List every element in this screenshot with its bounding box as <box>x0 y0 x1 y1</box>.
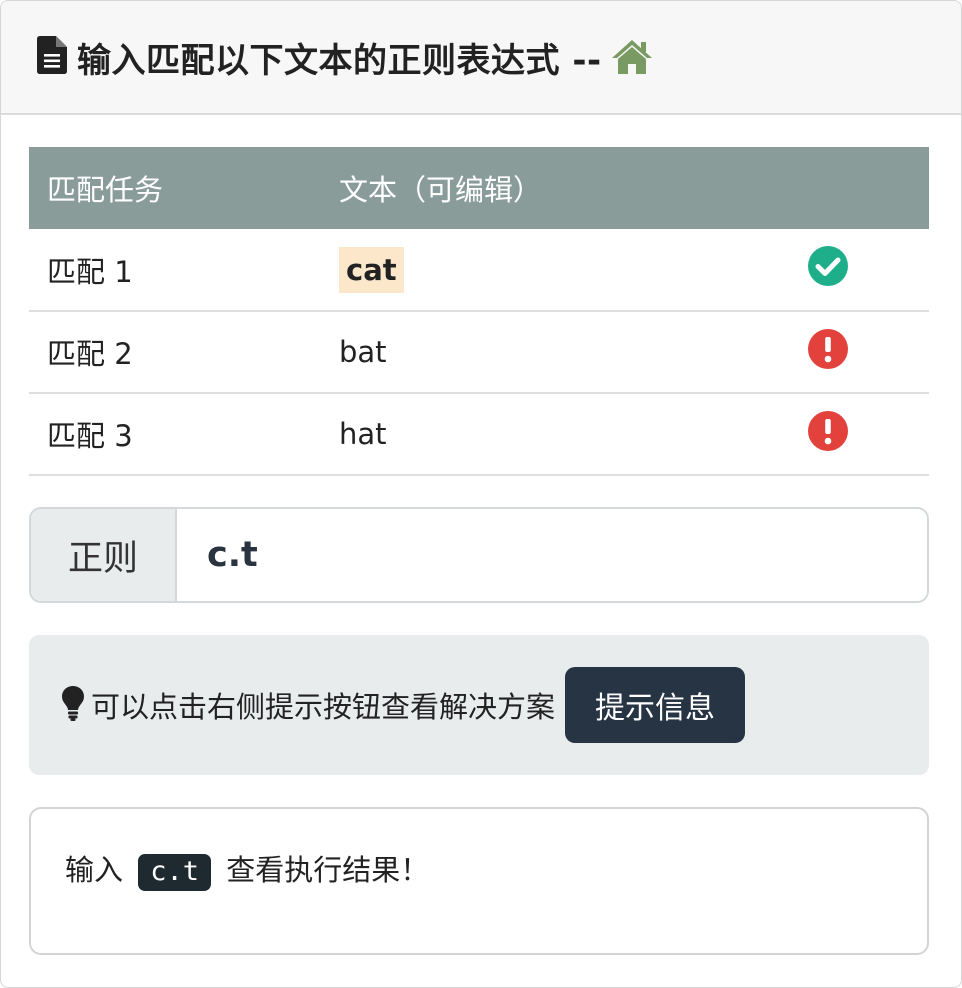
status-cell <box>791 229 929 311</box>
hint-text: 可以点击右侧提示按钮查看解决方案 <box>91 690 556 724</box>
match-table: 匹配任务 文本（可编辑） 匹配 1 cat 匹配 2 bat 匹配 3 hat <box>29 147 929 476</box>
document-icon <box>37 36 67 78</box>
header-text: 文本（可编辑） <box>339 173 543 207</box>
table-header-row: 匹配任务 文本（可编辑） <box>29 147 929 229</box>
result-code: c.t <box>138 853 212 891</box>
result-suffix: 查看执行结果！ <box>226 853 430 887</box>
task-label: 匹配 2 <box>47 337 133 371</box>
exclamation-circle-icon <box>807 328 849 377</box>
home-icon[interactable] <box>610 38 654 76</box>
hint-button[interactable]: 提示信息 <box>565 667 746 743</box>
status-cell <box>791 311 929 393</box>
task-label: 匹配 3 <box>47 419 133 453</box>
lightbulb-icon <box>61 685 85 725</box>
text-cell[interactable]: hat <box>321 393 791 475</box>
regex-input-group: 正则 <box>29 507 929 603</box>
check-circle-icon <box>807 246 849 294</box>
page-title: 输入匹配以下文本的正则表达式 -- <box>77 40 602 81</box>
card-header: 输入匹配以下文本的正则表达式 -- <box>1 1 961 115</box>
header-status <box>791 147 929 229</box>
hint-box: 可以点击右侧提示按钮查看解决方案 提示信息 <box>29 635 929 775</box>
exercise-card: 输入匹配以下文本的正则表达式 -- 匹配任务 文本（可编辑） 匹配 1 cat … <box>0 0 962 988</box>
table-row: 匹配 1 cat <box>29 229 929 311</box>
result-prefix: 输入 <box>65 853 124 887</box>
header-task: 匹配任务 <box>47 173 164 207</box>
text-cell[interactable]: bat <box>321 311 791 393</box>
status-cell <box>791 393 929 475</box>
match-highlight[interactable]: cat <box>339 246 404 293</box>
task-label: 匹配 1 <box>47 254 133 289</box>
text-cell[interactable]: cat <box>321 229 791 311</box>
regex-label: 正则 <box>31 509 177 601</box>
table-row: 匹配 2 bat <box>29 311 929 393</box>
result-box: 输入 c.t 查看执行结果！ <box>29 807 929 955</box>
exclamation-circle-icon <box>807 410 849 459</box>
regex-input[interactable] <box>177 509 927 601</box>
table-row: 匹配 3 hat <box>29 393 929 475</box>
